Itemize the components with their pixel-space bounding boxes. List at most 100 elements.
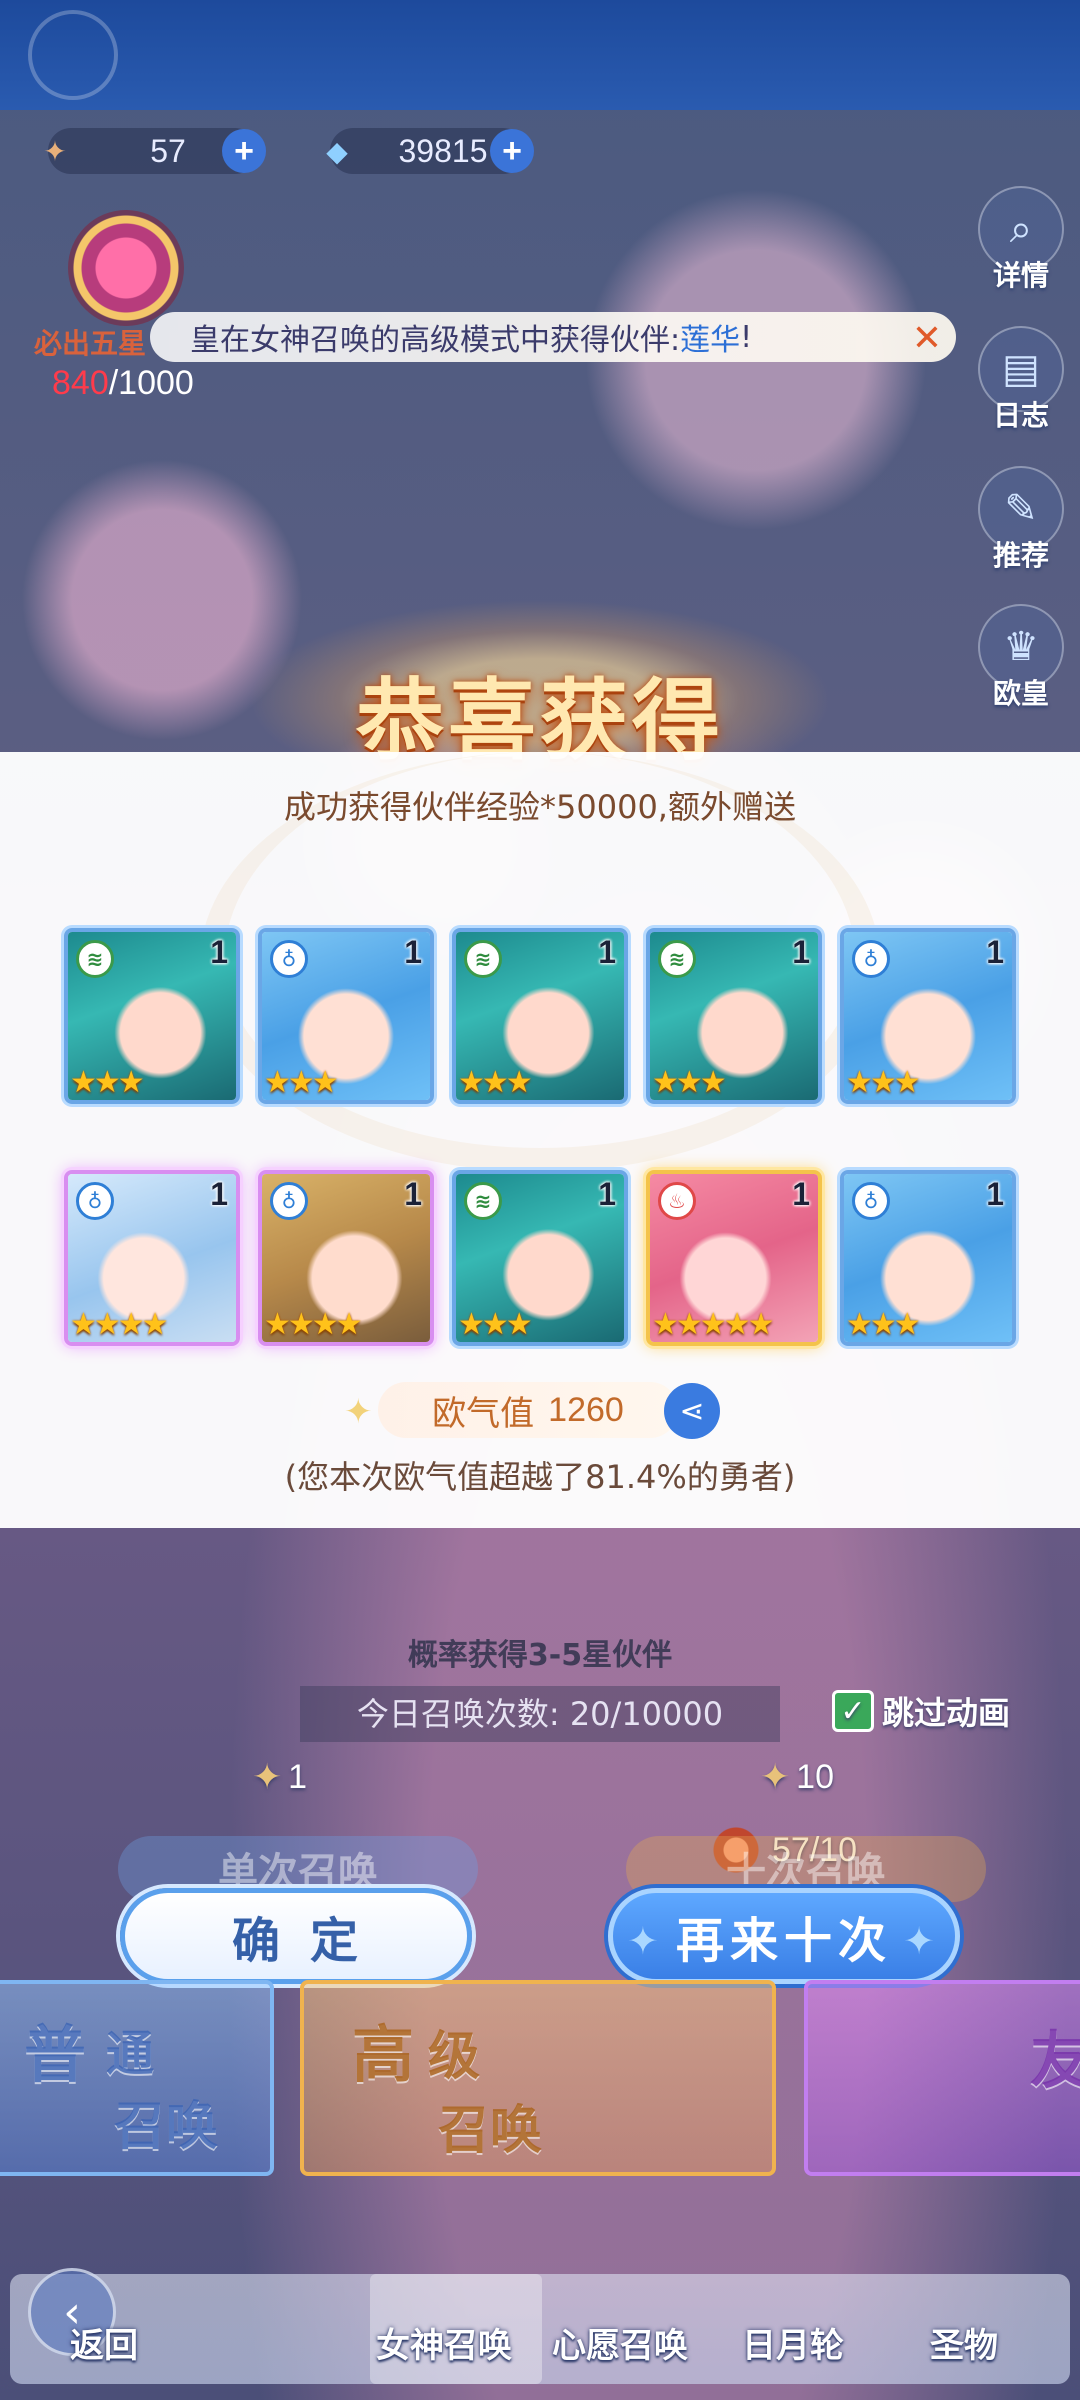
skip-animation-label: 跳过动画 xyxy=(882,1694,1011,1732)
nav-back[interactable]: 返回 xyxy=(70,2318,138,2367)
add-crystals-button[interactable]: + xyxy=(490,129,534,173)
mode-friend-summon[interactable]: 友 xyxy=(804,1980,1080,2176)
star-rating-icon: ★★★★ xyxy=(264,1307,363,1342)
sparkle-icon: ✦ xyxy=(344,1392,373,1432)
partner-level: 1 xyxy=(598,934,616,970)
partner-card[interactable]: ≋ 1 ★★★ xyxy=(452,928,628,1104)
partner-card[interactable]: ♁ 1 ★★★ xyxy=(840,1170,1016,1346)
wind-element-icon: ≋ xyxy=(76,940,114,978)
mode-label: 召唤 xyxy=(438,2100,543,2161)
announcement-marquee: 皇在女神召唤的高级模式中获得伙伴: 莲华 ! ✕ xyxy=(150,312,956,362)
water-element-icon: ♁ xyxy=(270,940,308,978)
side-button-details[interactable]: ⌕ 详情 xyxy=(976,186,1066,294)
ten-cost-value: 10 xyxy=(796,1757,834,1796)
star-rating-icon: ★★★ xyxy=(652,1065,727,1100)
nav-goddess-summon[interactable]: 女神召唤 xyxy=(376,2318,512,2367)
congrats-banner: 恭喜获得 xyxy=(0,600,1080,800)
nav-relics[interactable]: 圣物 xyxy=(930,2318,998,2367)
marquee-name: 莲华 xyxy=(680,323,741,358)
mode-label: 级 xyxy=(428,2026,481,2087)
water-element-icon: ♁ xyxy=(270,1182,308,1220)
partner-level: 1 xyxy=(792,1176,810,1212)
marquee-suffix: ! xyxy=(740,319,753,355)
result-panel: 成功获得伙伴经验*50000,额外赠送 ≋ 1 ★★★ ♁ 1 ★★★ ≋ 1 ★★★ ≋ 1 ★★★… xyxy=(0,752,1080,1528)
sparkle-icon: ✦ xyxy=(627,1919,665,1963)
partner-card[interactable]: ♁ 1 ★★★ xyxy=(258,928,434,1104)
partner-level: 1 xyxy=(792,934,810,970)
resource-crystals: ◆ 39815 + xyxy=(326,128,534,174)
mode-label: 高 xyxy=(352,2018,415,2091)
water-element-icon: ♁ xyxy=(852,1182,890,1220)
side-button-recommend[interactable]: ✎ 推荐 xyxy=(976,466,1066,574)
marquee-close-icon[interactable]: ✕ xyxy=(912,318,942,359)
confirm-button-label: 确定 xyxy=(231,1913,388,1969)
partner-card[interactable]: ≋ 1 ★★★ xyxy=(646,928,822,1104)
partner-level: 1 xyxy=(986,934,1004,970)
partner-card[interactable]: ≋ 1 ★★★ xyxy=(64,928,240,1104)
star-rating-icon: ★★★★ xyxy=(70,1307,169,1342)
add-keys-button[interactable]: + xyxy=(222,129,266,173)
nav-wish-summon[interactable]: 心愿召唤 xyxy=(552,2318,688,2367)
water-element-icon: ♁ xyxy=(76,1182,114,1220)
summon-key-icon: ✦ xyxy=(760,1756,791,1797)
luck-value-bar: 欧气值 1260 xyxy=(378,1382,678,1438)
share-icon[interactable]: ⋖ xyxy=(664,1383,720,1439)
pity-total: /1000 xyxy=(108,364,194,402)
confirm-button[interactable]: 确定 xyxy=(120,1888,472,1984)
wind-element-icon: ≋ xyxy=(464,1182,502,1220)
mode-advanced-summon[interactable]: 高 级 召唤 xyxy=(300,1980,776,2176)
top-bar xyxy=(0,0,1080,110)
wind-element-icon: ≋ xyxy=(464,940,502,978)
partner-card[interactable]: ≋ 1 ★★★ xyxy=(452,1170,628,1346)
resource-keys: ✦ 57 + xyxy=(43,128,266,174)
pity-label: 必出五星 xyxy=(34,327,147,360)
partner-level: 1 xyxy=(210,1176,228,1212)
single-cost-value: 1 xyxy=(288,1757,308,1796)
summon-key-icon: ✦ xyxy=(43,135,67,167)
partner-card[interactable]: ♨ 1 ★★★★★ xyxy=(646,1170,822,1346)
luck-note: (您本次欧气值超越了81.4%的勇者) xyxy=(284,1458,796,1496)
star-rating-icon: ★★★ xyxy=(846,1065,921,1100)
nav-sun-moon-wheel[interactable]: 日月轮 xyxy=(742,2318,844,2367)
luck-value: 1260 xyxy=(548,1390,624,1429)
skip-animation-toggle[interactable]: ✓ 跳过动画 xyxy=(832,1688,1010,1734)
summon-again-button[interactable]: ✦ 再来十次 ✦ xyxy=(608,1888,960,1984)
mode-label: 通 xyxy=(106,2026,155,2082)
side-button-label: 详情 xyxy=(992,259,1049,292)
pity-current: 840 xyxy=(52,364,109,402)
mode-label: 召唤 xyxy=(114,2096,219,2157)
fire-element-icon: ♨ xyxy=(658,1182,696,1220)
marquee-prefix: 皇在女神召唤的高级模式中获得伙伴: xyxy=(190,323,681,358)
mode-label: 友 xyxy=(1030,2024,1080,2097)
wind-element-icon: ≋ xyxy=(658,940,696,978)
summon-again-label: 再来十次 xyxy=(675,1913,892,1969)
partner-card[interactable]: ♁ 1 ★★★★ xyxy=(258,1170,434,1346)
partner-level: 1 xyxy=(404,1176,422,1212)
summon-modes: 普 通 召唤 高 级 召唤 友 xyxy=(0,1980,1080,2180)
partner-level: 1 xyxy=(986,1176,1004,1212)
ten-summon-cost: ✦ 10 xyxy=(760,1756,834,1798)
partner-card[interactable]: ♁ 1 ★★★ xyxy=(840,928,1016,1104)
side-button-log[interactable]: ▤ 日志 xyxy=(976,326,1066,434)
partner-level: 1 xyxy=(598,1176,616,1212)
star-rating-icon: ★★★ xyxy=(458,1307,533,1342)
single-summon-cost: ✦ 1 xyxy=(252,1756,307,1798)
star-rating-icon: ★★★ xyxy=(264,1065,339,1100)
daily-summon-count: 今日召唤次数: 20/10000 xyxy=(300,1686,780,1742)
summon-key-icon: ✦ xyxy=(252,1756,283,1797)
side-button-label: 日志 xyxy=(992,399,1049,432)
partner-level: 1 xyxy=(404,934,422,970)
pity-heart-icon[interactable] xyxy=(68,210,184,326)
water-element-icon: ♁ xyxy=(852,940,890,978)
checkbox-checked-icon[interactable]: ✓ xyxy=(832,1690,874,1732)
side-button-label: 推荐 xyxy=(992,539,1049,572)
luck-label: 欧气值 xyxy=(432,1393,535,1434)
crystal-icon: ◆ xyxy=(326,135,348,167)
star-rating-icon: ★★★ xyxy=(70,1065,145,1100)
star-rating-icon: ★★★ xyxy=(846,1307,921,1342)
pity-counter: 840/1000 xyxy=(52,364,194,403)
partner-card[interactable]: ♁ 1 ★★★★ xyxy=(64,1170,240,1346)
star-rating-icon: ★★★ xyxy=(458,1065,533,1100)
mode-normal-summon[interactable]: 普 通 召唤 xyxy=(0,1980,274,2176)
rate-info: 概率获得3-5星伙伴 xyxy=(407,1638,673,1673)
